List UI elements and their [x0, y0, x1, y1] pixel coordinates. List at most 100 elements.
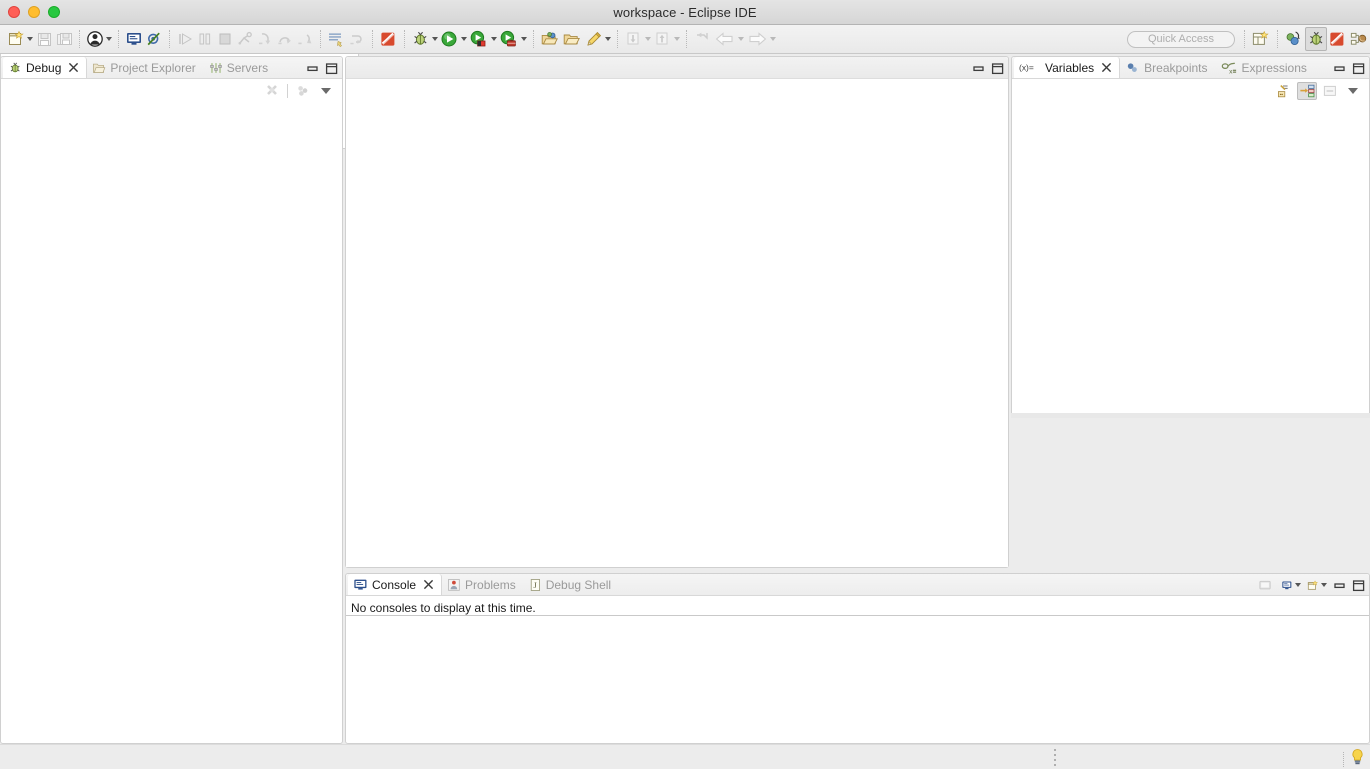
- console-view-content[interactable]: No consoles to display at this time.: [346, 596, 1369, 616]
- debug-bug-icon: [414, 31, 427, 45]
- resume-icon: [179, 33, 192, 45]
- toggle-mark-occurrences-button[interactable]: [583, 27, 612, 51]
- perspective-java-ee-button[interactable]: [1283, 27, 1305, 51]
- resume-button[interactable]: [175, 27, 195, 51]
- perspective-team-sync-button[interactable]: [1348, 27, 1370, 51]
- drop-to-frame-button[interactable]: [347, 27, 367, 51]
- disconnect-button[interactable]: [235, 27, 255, 51]
- maximize-window-button[interactable]: [48, 6, 60, 18]
- suspend-button[interactable]: [195, 27, 215, 51]
- maximize-console-view-button[interactable]: [1352, 579, 1365, 592]
- debug-view-content[interactable]: [1, 103, 342, 723]
- step-over-button[interactable]: [275, 27, 295, 51]
- forward-button[interactable]: [745, 27, 777, 51]
- new-console-dropdown-arrow[interactable]: [1321, 583, 1327, 587]
- tab-console[interactable]: Console: [348, 574, 443, 595]
- forward-dropdown-arrow[interactable]: [770, 37, 776, 41]
- tab-project-explorer[interactable]: Project Explorer: [87, 57, 203, 78]
- open-type-button[interactable]: [539, 27, 561, 51]
- back-button[interactable]: [713, 27, 745, 51]
- debug-view-toolbar: [1, 79, 342, 103]
- run-server-dropdown-arrow[interactable]: [491, 37, 497, 41]
- skip-all-breakpoints-button[interactable]: [144, 27, 164, 51]
- new-wizard-button[interactable]: [6, 27, 34, 51]
- next-annotation-dropdown-arrow[interactable]: [674, 37, 680, 41]
- profile-button[interactable]: [498, 27, 528, 51]
- variables-view-content[interactable]: [1012, 103, 1369, 393]
- variables-icon: (x)=: [1019, 61, 1041, 74]
- open-console-view-button[interactable]: [1255, 576, 1275, 594]
- group-by-button[interactable]: [293, 82, 313, 100]
- step-return-button[interactable]: [295, 27, 315, 51]
- quick-access-input[interactable]: Quick Access: [1127, 30, 1235, 48]
- prev-annotation-icon: [627, 32, 639, 45]
- collapse-all-button[interactable]: [1274, 82, 1294, 100]
- terminate-button[interactable]: [215, 27, 235, 51]
- minimize-variables-view-button[interactable]: [1333, 62, 1346, 75]
- tab-breakpoints[interactable]: Breakpoints: [1120, 57, 1215, 78]
- minimize-console-view-button[interactable]: [1333, 579, 1346, 592]
- debug-button[interactable]: [410, 27, 439, 51]
- debug-view-menu-button[interactable]: [316, 82, 336, 100]
- run-dropdown-arrow[interactable]: [461, 37, 467, 41]
- close-icon[interactable]: [68, 62, 79, 73]
- back-dropdown-arrow[interactable]: [738, 37, 744, 41]
- variables-detail-sash[interactable]: [1011, 413, 1370, 418]
- close-icon[interactable]: [1101, 62, 1112, 73]
- quick-access-placeholder: Quick Access: [1147, 33, 1215, 45]
- restore-editor-button[interactable]: [991, 62, 1004, 75]
- tab-expressions[interactable]: x Expressions: [1216, 57, 1315, 78]
- tab-variables[interactable]: (x)= Variables: [1014, 57, 1121, 78]
- save-button[interactable]: [34, 27, 54, 51]
- close-window-button[interactable]: [8, 6, 20, 18]
- perspective-java-button[interactable]: [1327, 27, 1348, 51]
- instruction-stepping-button[interactable]: [326, 27, 347, 51]
- variables-view-menu-button[interactable]: [1343, 82, 1363, 100]
- display-console-dropdown-arrow[interactable]: [1295, 583, 1301, 587]
- save-all-button[interactable]: [54, 27, 74, 51]
- toggle-detail-pane-button[interactable]: [1320, 82, 1340, 100]
- show-logical-structure-button[interactable]: [1297, 82, 1317, 100]
- console-empty-message: No consoles to display at this time.: [346, 596, 1369, 616]
- open-console-button[interactable]: [124, 27, 144, 51]
- next-annotation-button[interactable]: [652, 27, 681, 51]
- status-bar-right: [1343, 748, 1366, 769]
- tab-servers[interactable]: Servers: [204, 57, 276, 78]
- minimize-window-button[interactable]: [28, 6, 40, 18]
- group-by-icon: [298, 86, 308, 96]
- debug-dropdown-arrow[interactable]: [432, 37, 438, 41]
- new-file-icon: [9, 30, 24, 45]
- display-selected-console-button[interactable]: [1281, 576, 1301, 594]
- mark-occurrences-dropdown-arrow[interactable]: [605, 37, 611, 41]
- user-dropdown-arrow[interactable]: [106, 37, 112, 41]
- step-into-button[interactable]: [255, 27, 275, 51]
- maximize-debug-view-button[interactable]: [325, 62, 338, 75]
- status-bar-grip[interactable]: [1052, 749, 1058, 766]
- new-console-icon: [1307, 579, 1319, 590]
- last-edit-location-button[interactable]: [692, 27, 713, 51]
- run-button[interactable]: [439, 27, 468, 51]
- open-task-button[interactable]: [561, 27, 583, 51]
- new-console-view-button[interactable]: [1307, 576, 1327, 594]
- minimize-debug-view-button[interactable]: [306, 62, 319, 75]
- new-java-project-button[interactable]: [378, 27, 399, 51]
- user-button[interactable]: [85, 27, 113, 51]
- tab-debug-shell[interactable]: J Debug Shell: [524, 574, 619, 595]
- profile-dropdown-arrow[interactable]: [521, 37, 527, 41]
- perspective-debug-button[interactable]: [1305, 27, 1327, 51]
- tab-problems[interactable]: Problems: [442, 574, 524, 595]
- maximize-variables-view-button[interactable]: [1352, 62, 1365, 75]
- tab-debug[interactable]: Debug: [3, 57, 88, 78]
- disconnect-icon: [238, 31, 252, 45]
- previous-annotation-button[interactable]: [623, 27, 652, 51]
- remove-all-terminated-button[interactable]: [262, 82, 282, 100]
- prev-annotation-dropdown-arrow[interactable]: [645, 37, 651, 41]
- minimize-editor-button[interactable]: [972, 62, 985, 75]
- editor-content[interactable]: [346, 79, 1008, 567]
- tab-label: Variables: [1045, 60, 1095, 75]
- lightbulb-tip-icon[interactable]: [1349, 748, 1366, 769]
- open-perspective-button[interactable]: [1250, 27, 1272, 51]
- run-on-server-button[interactable]: [468, 27, 498, 51]
- close-icon[interactable]: [423, 579, 434, 590]
- new-wizard-dropdown-arrow[interactable]: [27, 37, 33, 41]
